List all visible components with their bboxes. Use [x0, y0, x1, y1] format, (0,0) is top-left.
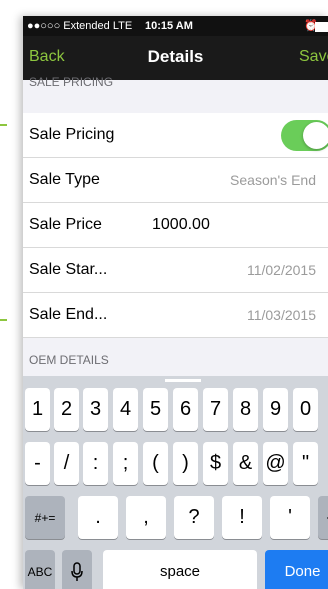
key-6[interactable]: 6: [173, 388, 198, 431]
sale-pricing-list: Sale Pricing Sale Type Season's End Sale…: [23, 113, 328, 338]
sale-start-label: Sale Star...: [29, 261, 108, 278]
sale-pricing-row: Sale Pricing: [23, 113, 328, 158]
section-header-sale-pricing: SALE PRICING: [29, 75, 114, 89]
key-close-paren[interactable]: ): [173, 442, 198, 485]
clock: 10:15 AM: [145, 20, 193, 32]
key-at[interactable]: @: [263, 442, 288, 485]
sale-type-row[interactable]: Sale Type Season's End: [23, 158, 328, 203]
key-slash[interactable]: /: [54, 442, 79, 485]
save-button[interactable]: Save: [299, 48, 328, 66]
key-symbols-shift[interactable]: #+=: [25, 496, 65, 539]
sale-pricing-toggle[interactable]: [281, 120, 328, 151]
sale-end-label: Sale End...: [29, 306, 108, 323]
key-dollar[interactable]: $: [203, 442, 228, 485]
numeric-keyboard: 1 2 3 4 5 6 7 8 9 0 - / : ; ( ) $ & @ " …: [23, 376, 328, 589]
side-marker-top: [0, 124, 7, 126]
sale-price-label: Sale Price: [29, 216, 102, 233]
page-title: Details: [147, 47, 204, 66]
carrier-label: ●●○○○ Extended LTE: [27, 20, 133, 32]
key-ampersand[interactable]: &: [233, 442, 258, 485]
sale-end-row[interactable]: Sale End... 11/03/2015: [23, 293, 328, 338]
sale-type-label: Sale Type: [29, 171, 100, 188]
space-key[interactable]: space: [103, 550, 257, 589]
key-exclamation[interactable]: !: [222, 496, 262, 539]
keyboard-handle: [165, 379, 201, 382]
side-marker-bottom: [0, 319, 7, 321]
done-button[interactable]: Done: [265, 550, 328, 589]
key-minus[interactable]: -: [25, 442, 50, 485]
sale-start-row[interactable]: Sale Star... 11/02/2015: [23, 248, 328, 293]
section-header-oem-details: OEM DETAILS: [29, 353, 109, 367]
key-8[interactable]: 8: [233, 388, 258, 431]
key-7[interactable]: 7: [203, 388, 228, 431]
phone-screen: ●●○○○ Extended LTE 10:15 AM ⏰ Back Detai…: [23, 16, 328, 589]
key-2[interactable]: 2: [54, 388, 79, 431]
toggle-knob: [303, 122, 328, 149]
sale-price-row: Sale Price 1000.00: [23, 203, 328, 248]
battery-icon: [315, 22, 328, 32]
sale-start-value: 11/02/2015: [246, 262, 316, 278]
backspace-icon[interactable]: [318, 496, 328, 539]
key-0[interactable]: 0: [293, 388, 318, 431]
key-colon[interactable]: :: [83, 442, 108, 485]
navigation-bar: Back Details Save: [23, 36, 328, 80]
microphone-icon[interactable]: [62, 550, 92, 589]
key-3[interactable]: 3: [83, 388, 108, 431]
microphone-glyph: [71, 561, 83, 581]
key-period[interactable]: .: [78, 496, 118, 539]
key-9[interactable]: 9: [263, 388, 288, 431]
sale-end-value: 11/03/2015: [246, 307, 316, 323]
key-4[interactable]: 4: [113, 388, 138, 431]
key-semicolon[interactable]: ;: [113, 442, 138, 485]
key-1[interactable]: 1: [25, 388, 50, 431]
key-comma[interactable]: ,: [126, 496, 166, 539]
sale-pricing-label: Sale Pricing: [29, 126, 115, 143]
key-abc[interactable]: ABC: [25, 550, 55, 589]
key-open-paren[interactable]: (: [143, 442, 168, 485]
status-bar: ●●○○○ Extended LTE 10:15 AM ⏰: [23, 16, 328, 36]
sale-type-value: Season's End: [230, 172, 316, 188]
key-apostrophe[interactable]: ': [270, 496, 310, 539]
key-5[interactable]: 5: [143, 388, 168, 431]
sale-price-input[interactable]: 1000.00: [152, 216, 210, 234]
key-question[interactable]: ?: [174, 496, 214, 539]
key-quote[interactable]: ": [293, 442, 318, 485]
